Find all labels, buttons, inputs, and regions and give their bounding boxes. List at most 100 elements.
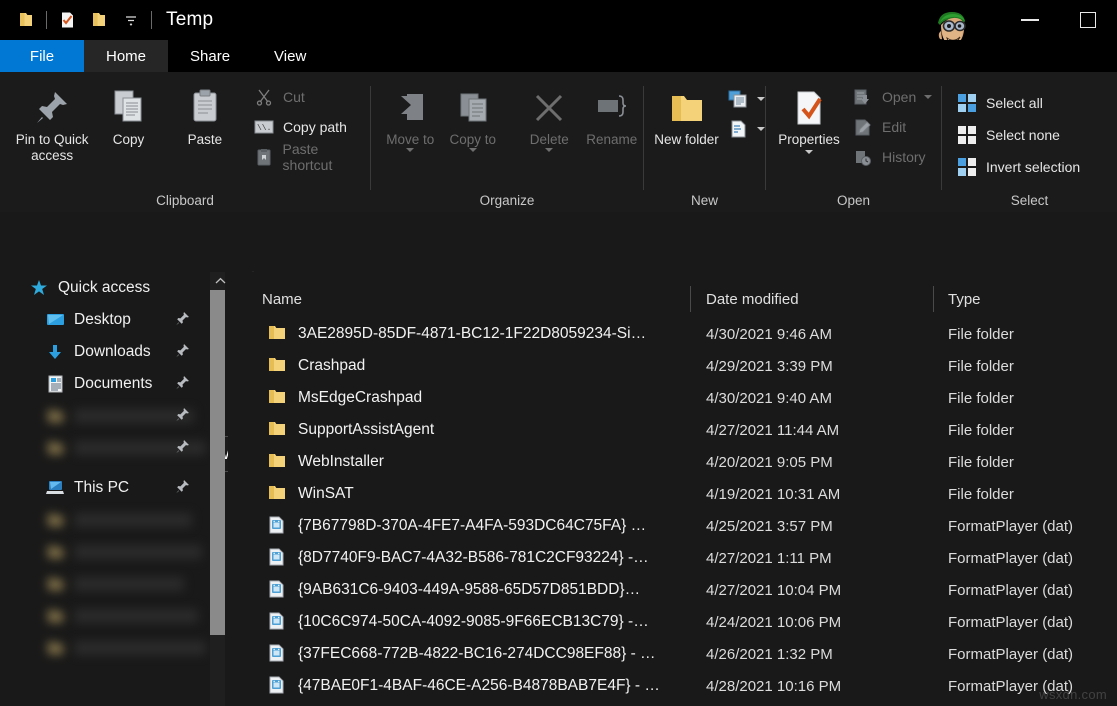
sidebar-item-this-pc[interactable]: This PC <box>0 472 212 504</box>
sidebar-item-quick-access[interactable]: Quick access <box>0 272 212 304</box>
edit-icon <box>852 116 874 138</box>
table-row[interactable]: WebInstaller 4/20/2021 9:05 PM File fold… <box>228 446 1117 478</box>
table-row[interactable]: {37FEC668-772B-4822-BC16-274DCC98EF88} -… <box>228 638 1117 670</box>
sidebar-item-redacted-5[interactable] <box>0 568 212 600</box>
sidebar-item-redacted-3[interactable] <box>0 504 212 536</box>
edit-label: Edit <box>882 119 906 135</box>
dat-file-icon <box>268 644 288 664</box>
column-header-name[interactable]: Name <box>262 280 302 318</box>
cut-button[interactable]: Cut <box>253 84 370 110</box>
table-row[interactable]: Crashpad 4/29/2021 3:39 PM File folder <box>228 350 1117 382</box>
maximize-button[interactable] <box>1059 0 1117 40</box>
column-header-date-modified[interactable]: Date modified <box>706 280 799 318</box>
delete-caret-icon[interactable] <box>545 148 553 152</box>
column-divider-2[interactable] <box>933 286 934 312</box>
sidebar-item-downloads[interactable]: Downloads <box>0 336 212 368</box>
this-pc-icon <box>44 477 66 499</box>
table-row[interactable]: WinSAT 4/19/2021 10:31 AM File folder <box>228 478 1117 510</box>
ribbon-group-label-select: Select <box>942 190 1117 212</box>
sidebar-item-redacted-4[interactable] <box>0 536 212 568</box>
pin-icon[interactable] <box>175 439 190 459</box>
invert-selection-button[interactable]: Invert selection <box>956 154 1080 180</box>
sidebar-item-documents[interactable]: Documents <box>0 368 212 400</box>
select-all-label: Select all <box>986 95 1043 111</box>
select-none-label: Select none <box>986 127 1060 143</box>
pin-icon[interactable] <box>175 343 190 363</box>
select-none-button[interactable]: Select none <box>956 122 1080 148</box>
open-caret-icon[interactable] <box>924 95 932 99</box>
new-folder-button[interactable]: New folder <box>648 82 725 148</box>
sidebar-item-redacted-1[interactable] <box>0 400 212 432</box>
row-name: {8D7740F9-BAC7-4A32-B586-781C2CF93224} -… <box>298 549 649 567</box>
ribbon-group-label-organize: Organize <box>371 190 643 212</box>
move-to-caret-icon[interactable] <box>406 148 414 152</box>
tab-view[interactable]: View <box>252 40 328 72</box>
pin-icon[interactable] <box>175 479 190 499</box>
column-header-row: Name Date modified Type <box>228 280 1117 318</box>
watermark: wsxdn.com <box>1039 687 1107 702</box>
tab-home[interactable]: Home <box>84 40 168 72</box>
pin-icon[interactable] <box>175 375 190 395</box>
move-to-icon <box>389 82 431 128</box>
folder-icon <box>268 420 288 440</box>
copy-to-button[interactable]: Copy to <box>442 82 505 152</box>
open-button[interactable]: Open <box>852 84 932 110</box>
pin-icon[interactable] <box>175 311 190 331</box>
table-row[interactable]: {7B67798D-370A-4FE7-A4FA-593DC64C75FA} …… <box>228 510 1117 542</box>
table-row[interactable]: {9AB631C6-9403-449A-9588-65D57D851BDD}… … <box>228 574 1117 606</box>
folder-icon <box>268 388 288 408</box>
properties-button[interactable]: Properties <box>770 82 848 154</box>
move-to-button[interactable]: Move to <box>379 82 442 152</box>
table-row[interactable]: {10C6C974-50CA-4092-9085-9F66ECB13C79} -… <box>228 606 1117 638</box>
pin-to-quick-access-button[interactable]: Pin to Quick access <box>14 82 90 164</box>
column-divider-1[interactable] <box>690 286 691 312</box>
history-button[interactable]: History <box>852 144 932 170</box>
copy-button[interactable]: Copy <box>90 82 166 148</box>
sidebar-item-desktop[interactable]: Desktop <box>0 304 212 336</box>
rename-button[interactable]: Rename <box>581 82 644 148</box>
table-row[interactable]: {8D7740F9-BAC7-4A32-B586-781C2CF93224} -… <box>228 542 1117 574</box>
tab-file[interactable]: File <box>0 40 84 72</box>
sidebar-label-redacted-7 <box>74 641 206 655</box>
move-to-label: Move to <box>386 132 434 148</box>
copy-to-caret-icon[interactable] <box>469 148 477 152</box>
tab-share[interactable]: Share <box>168 40 252 72</box>
delete-button[interactable]: Delete <box>518 82 581 152</box>
table-row[interactable]: MsEdgeCrashpad 4/30/2021 9:40 AM File fo… <box>228 382 1117 414</box>
qat-properties-icon[interactable] <box>51 5 83 35</box>
new-item-caret-icon[interactable] <box>757 97 765 101</box>
qat-customize-dropdown-icon[interactable] <box>115 5 147 35</box>
copy-path-button[interactable]: \\.. Copy path <box>253 114 370 140</box>
copy-icon <box>108 82 150 128</box>
sidebar-scrollbar-thumb[interactable] <box>210 290 225 635</box>
properties-caret-icon[interactable] <box>805 150 813 154</box>
easy-access-caret-icon[interactable] <box>757 127 765 131</box>
sidebar-label-documents: Documents <box>74 375 152 393</box>
row-name: {9AB631C6-9403-449A-9588-65D57D851BDD}… <box>298 581 640 599</box>
row-date: 4/27/2021 1:11 PM <box>706 550 832 567</box>
table-row[interactable]: {47BAE0F1-4BAF-46CE-A256-B4878BAB7E4F} -… <box>228 670 1117 702</box>
qat-folder-icon[interactable] <box>10 5 42 35</box>
select-all-button[interactable]: Select all <box>956 90 1080 116</box>
sidebar-item-redacted-6[interactable] <box>0 600 212 632</box>
paste-shortcut-button[interactable]: Paste shortcut <box>253 144 370 170</box>
table-row[interactable]: SupportAssistAgent 4/27/2021 11:44 AM Fi… <box>228 414 1117 446</box>
row-name: MsEdgeCrashpad <box>298 389 422 407</box>
sidebar-item-redacted-7[interactable] <box>0 632 212 664</box>
sidebar-scroll-up-button[interactable] <box>212 272 228 290</box>
row-date: 4/30/2021 9:46 AM <box>706 326 832 343</box>
paste-icon <box>184 82 226 128</box>
new-item-button[interactable] <box>727 86 765 112</box>
sidebar-item-redacted-2[interactable] <box>0 432 212 464</box>
edit-button[interactable]: Edit <box>852 114 932 140</box>
desktop-icon <box>44 309 66 331</box>
minimize-button[interactable] <box>1001 0 1059 40</box>
pin-icon <box>31 82 73 128</box>
qat-new-folder-icon[interactable] <box>83 5 115 35</box>
folder-icon <box>44 637 66 659</box>
pin-icon[interactable] <box>175 407 190 427</box>
column-header-type[interactable]: Type <box>948 280 981 318</box>
paste-button[interactable]: Paste <box>167 82 243 148</box>
easy-access-button[interactable] <box>727 116 765 142</box>
table-row[interactable]: 3AE2895D-85DF-4871-BC12-1F22D8059234-Si…… <box>228 318 1117 350</box>
